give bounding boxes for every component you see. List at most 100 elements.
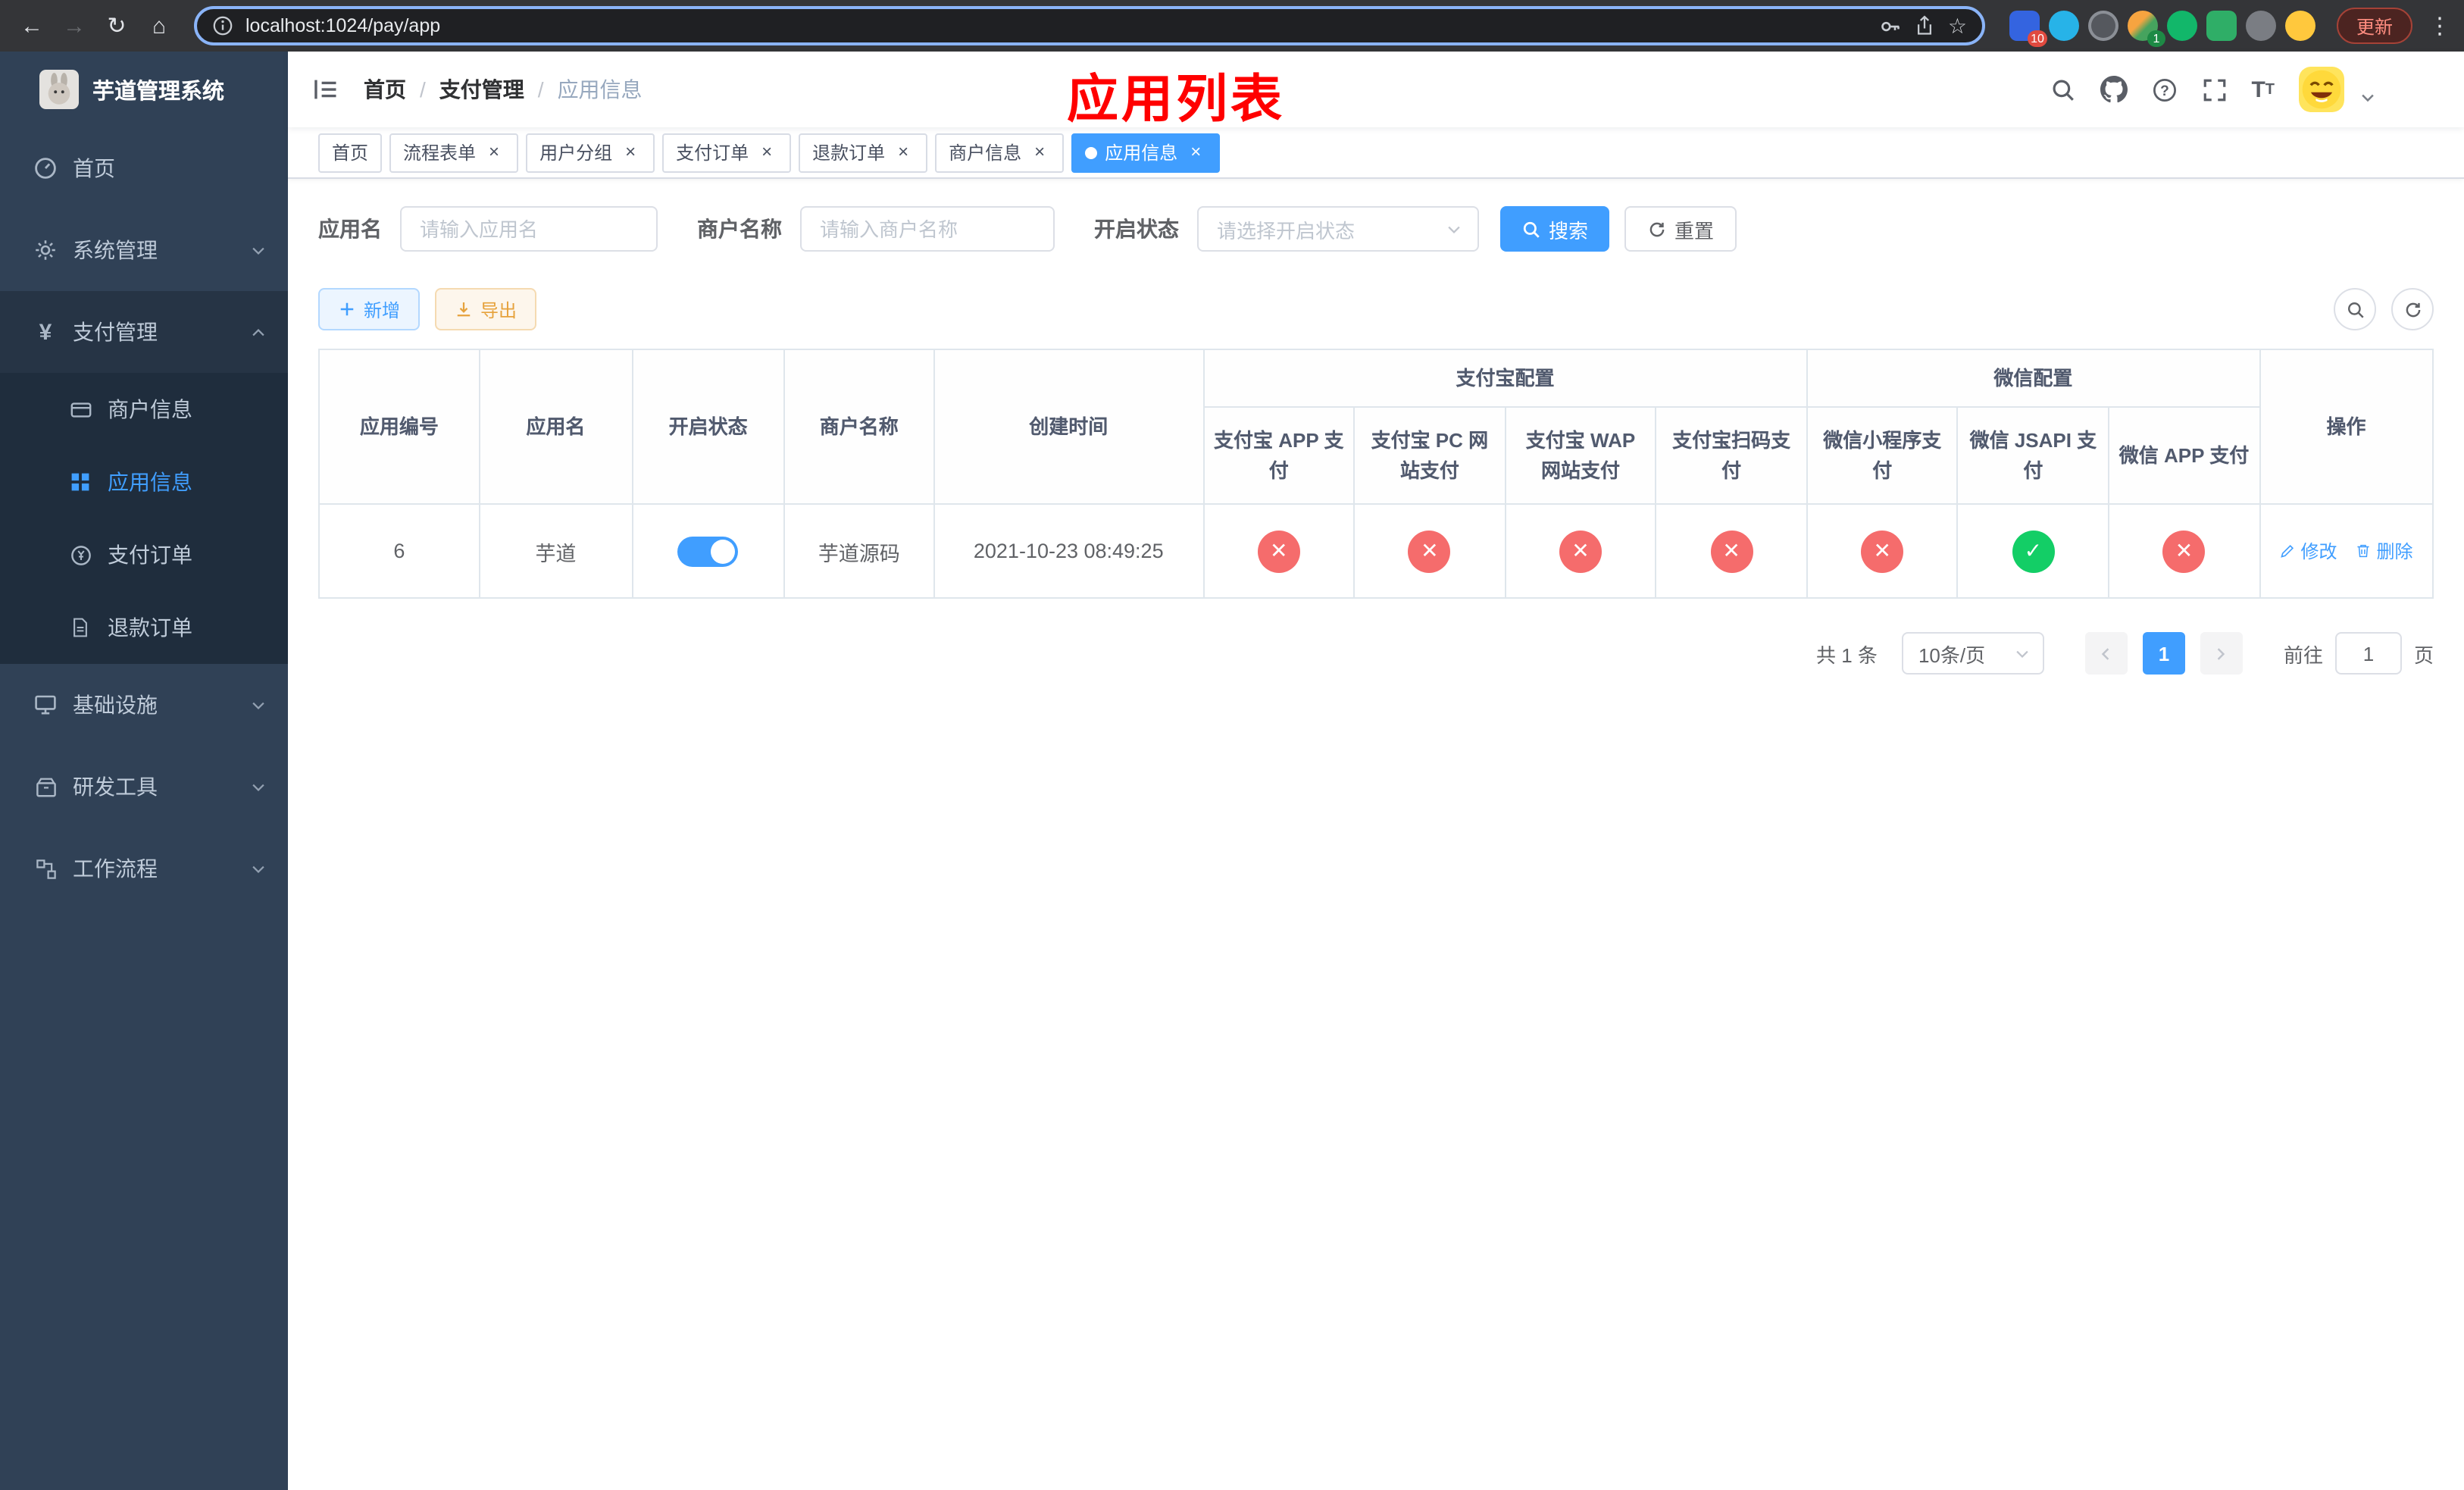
sidebar-item-merchant-info[interactable]: 商户信息	[0, 373, 288, 446]
alipay-wap-status-icon: ✕	[1559, 530, 1602, 572]
tab-merchant-info[interactable]: 商户信息 ×	[935, 133, 1065, 172]
next-page-button[interactable]	[2200, 632, 2243, 675]
help-icon[interactable]: ?	[2151, 77, 2177, 102]
tab-user-group[interactable]: 用户分组 ×	[526, 133, 655, 172]
extension-icon-8[interactable]	[2284, 11, 2315, 41]
status-switch[interactable]	[677, 536, 739, 566]
alipay-app-status-icon: ✕	[1257, 530, 1300, 572]
extension-icon-3[interactable]	[2087, 11, 2118, 41]
sidebar-item-app-info[interactable]: 应用信息	[0, 446, 288, 518]
browser-update-button[interactable]: 更新	[2336, 8, 2412, 44]
tab-app-info[interactable]: 应用信息 ×	[1071, 133, 1221, 172]
extension-icon-2[interactable]	[2048, 11, 2079, 41]
avatar-caret-icon[interactable]	[2359, 89, 2376, 105]
status-select[interactable]: 请选择开启状态	[1197, 206, 1479, 252]
goto-page-input[interactable]	[2334, 632, 2402, 675]
breadcrumb-payment[interactable]: 支付管理	[439, 74, 524, 105]
sidebar-item-label: 基础设施	[73, 693, 158, 717]
column-header-actions: 操作	[2259, 349, 2434, 505]
delete-link[interactable]: 删除	[2356, 538, 2413, 564]
status-label: 开启状态	[1094, 217, 1179, 241]
browser-reload-icon[interactable]: ↻	[97, 6, 136, 45]
share-icon[interactable]	[1915, 15, 1936, 36]
font-size-icon[interactable]: TT	[2251, 77, 2275, 102]
column-header-wechat-app: 微信 APP 支付	[2107, 406, 2261, 505]
app-title: 芋道管理系统	[92, 80, 224, 104]
screen: ← → ↻ ⌂ localhost:1024/pay/app ☆ 10 1 更新…	[0, 0, 2464, 1490]
extensions-area: 10 1	[2009, 11, 2315, 47]
app-table: 应用编号 应用名 开启状态 商户名称 创建时间 支付宝配置 微信配置 操作 支付…	[318, 349, 2434, 599]
add-button[interactable]: 新增	[318, 288, 421, 330]
password-key-icon[interactable]	[1880, 14, 1903, 37]
close-icon[interactable]: ×	[620, 141, 641, 163]
tab-refund-order[interactable]: 退款订单 ×	[799, 133, 928, 172]
column-header-alipay-pc: 支付宝 PC 网站支付	[1353, 406, 1506, 505]
sidebar-item-label: 首页	[73, 156, 115, 180]
browser-home-icon[interactable]: ⌂	[139, 6, 179, 45]
site-info-icon[interactable]	[212, 15, 233, 36]
tab-home[interactable]: 首页	[318, 133, 383, 172]
close-icon[interactable]: ×	[1185, 141, 1206, 163]
close-icon[interactable]: ×	[756, 141, 777, 163]
sidebar-item-home[interactable]: 首页	[0, 127, 288, 209]
pagination: 共 1 条 10条/页 1 前往 1 页	[318, 632, 2434, 675]
page-size-select[interactable]: 10条/页	[1901, 632, 2044, 675]
reset-button[interactable]: 重置	[1624, 206, 1737, 252]
sidebar-item-infrastructure[interactable]: 基础设施	[0, 664, 288, 746]
sidebar-fold-icon[interactable]	[312, 76, 339, 103]
avatar[interactable]	[2299, 67, 2344, 112]
breadcrumb: 首页 / 支付管理 / 应用信息	[364, 74, 643, 105]
chevron-down-icon	[1446, 221, 1462, 237]
refund-doc-icon	[67, 617, 94, 638]
merchant-name-input[interactable]	[800, 206, 1055, 252]
goto-unit: 页	[2413, 643, 2434, 666]
export-button[interactable]: 导出	[435, 288, 537, 330]
tab-pay-order[interactable]: 支付订单 ×	[662, 133, 792, 172]
group-header-wechat: 微信配置	[1806, 349, 2261, 408]
close-icon[interactable]: ×	[893, 141, 914, 163]
sidebar: 芋道管理系统 首页 系统管理 ¥ 支付管理 商户信息 应用信息 支付订单 退款订…	[0, 52, 288, 1490]
sidebar-item-dev-tools[interactable]: 研发工具	[0, 746, 288, 828]
close-icon[interactable]: ×	[483, 141, 505, 163]
cell-created: 2021-10-23 08:49:25	[933, 503, 1205, 599]
app-logo[interactable]: 芋道管理系统	[0, 52, 288, 127]
address-bar[interactable]: localhost:1024/pay/app ☆	[194, 6, 1985, 45]
prev-page-button[interactable]	[2084, 632, 2128, 675]
sidebar-item-pay-order[interactable]: 支付订单	[0, 518, 288, 591]
pagination-total: 共 1 条	[1816, 643, 1878, 666]
browser-menu-icon[interactable]: ⋮	[2428, 12, 2452, 39]
column-header-alipay-app: 支付宝 APP 支付	[1202, 406, 1356, 505]
search-icon[interactable]	[2050, 77, 2075, 102]
sidebar-item-payment[interactable]: ¥ 支付管理	[0, 291, 288, 373]
edit-link[interactable]: 修改	[2280, 538, 2337, 564]
extension-icon-5[interactable]	[2166, 11, 2197, 41]
github-icon[interactable]	[2100, 76, 2128, 103]
extension-icon-7[interactable]	[2245, 11, 2276, 41]
chevron-up-icon	[250, 324, 267, 340]
sidebar-menu: 首页 系统管理 ¥ 支付管理 商户信息 应用信息 支付订单 退款订单 基础设施 …	[0, 127, 288, 1490]
refresh-button[interactable]	[2391, 288, 2434, 330]
cell-app-name: 芋道	[478, 503, 633, 599]
bookmark-star-icon[interactable]: ☆	[1948, 13, 1967, 39]
breadcrumb-separator: /	[420, 77, 426, 102]
sidebar-item-system[interactable]: 系统管理	[0, 209, 288, 291]
page-number-button[interactable]: 1	[2142, 632, 2185, 675]
extension-badge: 1	[2147, 30, 2165, 47]
close-icon[interactable]: ×	[1029, 141, 1050, 163]
app-name-input[interactable]	[400, 206, 658, 252]
cell-app-id: 6	[318, 503, 480, 599]
extension-icon-1[interactable]: 10	[2009, 11, 2047, 47]
fullscreen-icon[interactable]	[2201, 77, 2227, 102]
extension-icon-6[interactable]	[2206, 11, 2237, 41]
browser-forward-icon[interactable]: →	[55, 6, 94, 45]
search-button[interactable]: 搜索	[1500, 206, 1610, 252]
column-header-alipay-wap: 支付宝 WAP 网站支付	[1504, 406, 1657, 505]
tab-process-form[interactable]: 流程表单 ×	[389, 133, 519, 172]
sidebar-item-label: 研发工具	[73, 775, 158, 799]
toggle-search-button[interactable]	[2334, 288, 2376, 330]
breadcrumb-home[interactable]: 首页	[364, 74, 406, 105]
sidebar-item-workflow[interactable]: 工作流程	[0, 828, 288, 909]
sidebar-item-refund-order[interactable]: 退款订单	[0, 591, 288, 664]
browser-back-icon[interactable]: ←	[12, 6, 52, 45]
extension-icon-4[interactable]: 1	[2127, 11, 2165, 47]
